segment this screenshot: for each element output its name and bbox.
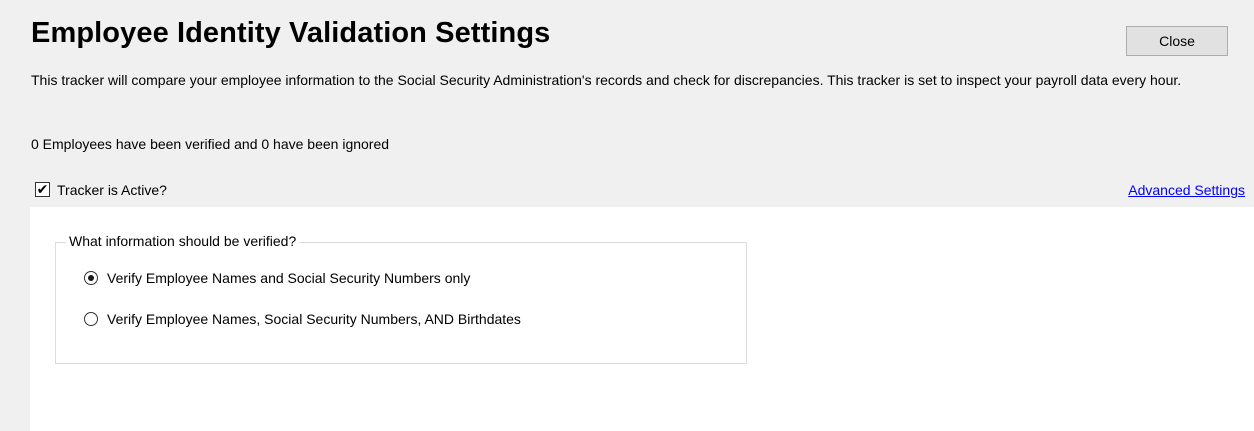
radio-option-names-ssn[interactable]: Verify Employee Names and Social Securit… [84,269,470,286]
verification-summary: 0 Employees have been verified and 0 hav… [31,136,390,152]
radio-button-names-ssn[interactable] [84,270,98,285]
page-title: Employee Identity Validation Settings [31,17,551,49]
tracker-active-checkbox[interactable]: ✔ [35,181,50,197]
radio-dot-icon [88,274,94,281]
checkmark-icon: ✔ [36,181,49,197]
radio-label-names-ssn: Verify Employee Names and Social Securit… [107,269,471,286]
radio-option-names-ssn-birthdates[interactable]: Verify Employee Names, Social Security N… [84,310,521,327]
radio-label-names-ssn-birthdates: Verify Employee Names, Social Security N… [107,310,521,327]
group-legend: What information should be verified? [66,233,300,250]
radio-button-names-ssn-birthdates[interactable] [84,311,98,326]
advanced-settings-link[interactable]: Advanced Settings [1128,182,1245,198]
tracker-active-checkbox-row[interactable]: ✔ Tracker is Active? [35,181,167,198]
close-button[interactable]: Close [1126,26,1228,56]
tracker-active-label: Tracker is Active? [57,181,167,198]
verification-options-group: What information should be verified? Ver… [55,233,747,364]
tracker-description: This tracker will compare your employee … [31,72,1182,88]
